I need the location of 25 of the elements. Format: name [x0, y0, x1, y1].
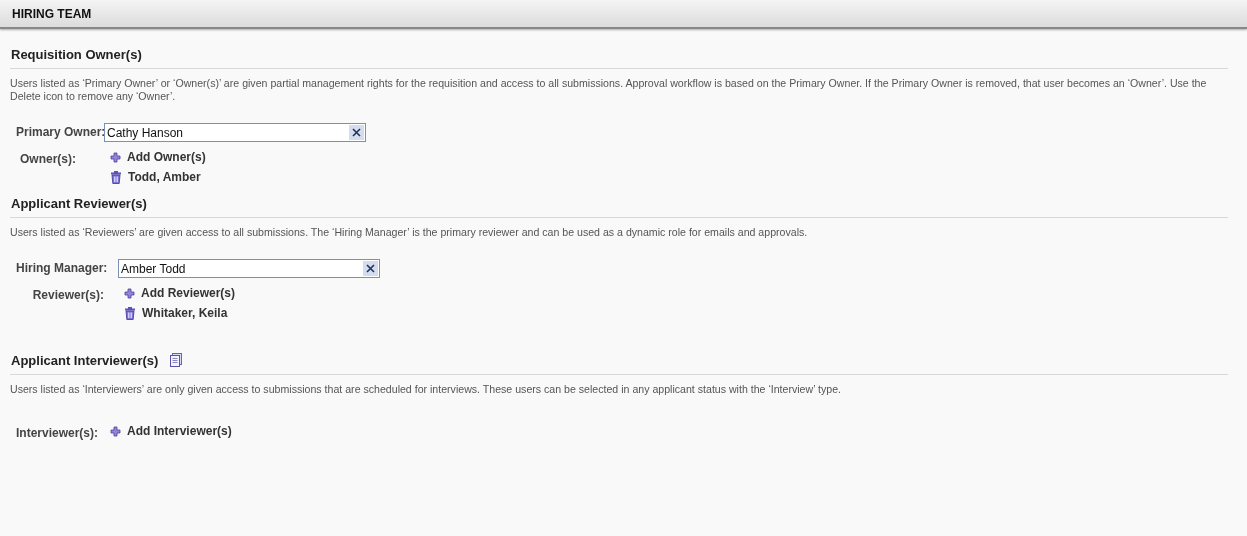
document-icon[interactable] — [168, 352, 185, 368]
field-label: Primary Owner: — [16, 124, 104, 139]
plus-icon[interactable] — [110, 151, 121, 163]
user-name: Todd, Amber — [128, 170, 201, 184]
field-label: Owner(s): — [19, 151, 77, 166]
add-link[interactable]: Add Interviewer(s) — [127, 424, 232, 438]
description-text: Users listed as ‘Interviewers’ are only given access to submissions that are scheduled for interviews. These users can be selected in any applicant status with the ‘Interview’ type. — [10, 383, 843, 396]
plus-icon[interactable] — [124, 287, 135, 299]
field-label: Hiring Manager: — [16, 260, 109, 275]
trash-icon[interactable] — [110, 170, 122, 184]
user-input-field[interactable]: Cathy Hanson — [104, 123, 366, 142]
description-text: Users listed as ‘Primary Owner’ or ‘Owner(s)’ are given partial management rights for the requisition and access to all submissions. Approval workflow is based on the Primary Owner. If the Primary Owner is removed, that user becomes an ‘Owner’. Use the Delete icon to remove any ‘Owner’. — [10, 77, 1208, 103]
section-heading: Requisition Owner(s) — [11, 47, 142, 62]
trash-icon[interactable] — [124, 306, 136, 320]
section-heading: Applicant Interviewer(s) — [11, 352, 159, 368]
add-link[interactable]: Add Reviewer(s) — [141, 286, 236, 300]
field-label: Interviewer(s): — [16, 425, 100, 440]
section-heading: Applicant Reviewer(s) — [11, 196, 147, 211]
plus-icon[interactable] — [110, 425, 122, 437]
add-link[interactable]: Add Owner(s) — [127, 150, 206, 164]
description-text: Users listed as ‘Reviewers’ are given access to all submissions. The ‘Hiring Manager’ is the primary reviewer and can be used as a dynamic role for emails and approvals. — [10, 226, 809, 239]
section-title: HIRING TEAM — [12, 6, 92, 21]
field-label: Reviewer(s): — [31, 287, 105, 302]
user-name: Whitaker, Keila — [142, 306, 228, 320]
user-input-field[interactable]: Amber Todd — [118, 259, 380, 278]
